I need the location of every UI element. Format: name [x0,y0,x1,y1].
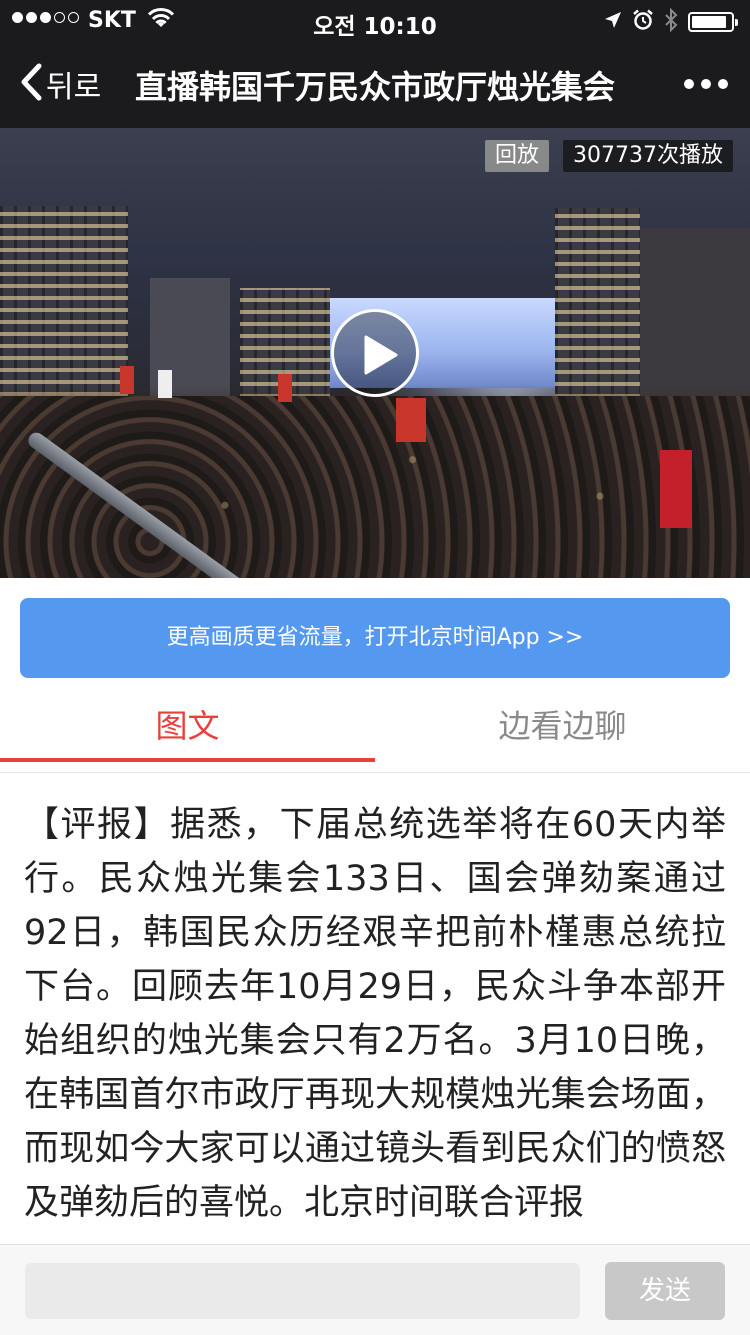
replay-badge: 回放 [485,140,550,172]
back-button[interactable]: 뒤로 [20,62,101,106]
article-body: 【评报】据悉，下届总统选举将在60天内举行。民众烛光集会133日、国会弹劾案通过… [24,798,726,1244]
flag-image [396,398,426,442]
tab-live-chat[interactable]: 边看边聊 [375,690,750,762]
play-button[interactable] [331,309,419,397]
bluetooth-icon [664,7,678,36]
back-label: 뒤로 [46,70,102,105]
status-icons [604,7,738,36]
tab-article[interactable]: 图文 [0,690,375,762]
more-icon[interactable] [684,66,728,102]
status-bar: SKT 오전 10:10 [0,0,750,40]
protest-sign-image [660,450,692,528]
location-icon [604,11,622,33]
building-image [0,206,128,396]
comment-input[interactable] [25,1263,580,1319]
active-tab-indicator [0,758,375,762]
tab-bar: 图文 边看边聊 [0,690,750,773]
battery-icon [688,12,738,32]
open-app-banner[interactable]: 更高画质更省流量，打开北京时间App >> [20,598,730,678]
play-count-badge: 307737次播放 [563,140,733,172]
flag-image [120,366,134,394]
alarm-icon [632,9,654,35]
chevron-left-icon [20,63,42,105]
building-image [640,228,750,398]
comment-bar: 发送 [0,1244,750,1335]
flag-image [278,374,292,402]
building-image [555,208,640,398]
send-button[interactable]: 发送 [605,1262,725,1320]
video-player[interactable]: 回放 307737次播放 [0,128,750,578]
article-text: 【评报】据悉，下届总统选举将在60天内举行。民众烛光集会133日、国会弹劾案通过… [24,805,726,1223]
navigation-bar: 뒤로 直播韩国千万民众市政厅烛光集会 [0,40,750,128]
page-title: 直播韩国千万民众市政厅烛光集会 [135,68,616,106]
flag-image [158,370,172,398]
top-bar: SKT 오전 10:10 뒤로 直播韩国千万民众市政厅烛光集会 [0,0,750,128]
